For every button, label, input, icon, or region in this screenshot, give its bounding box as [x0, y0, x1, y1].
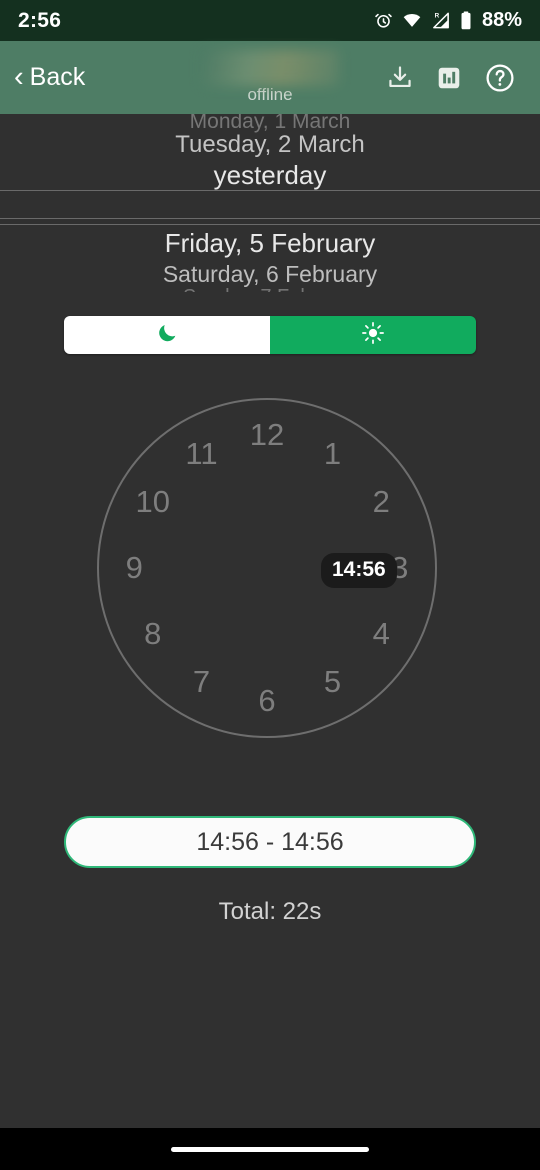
clock-number-10[interactable]: 10 — [136, 484, 170, 520]
svg-text:R: R — [435, 12, 440, 19]
day-option[interactable] — [270, 316, 476, 354]
wifi-icon — [402, 11, 422, 30]
clock-number-6[interactable]: 6 — [258, 683, 275, 719]
phone-screen: 2:56 R 88% ‹ Back offline Monday, 1 Marc… — [0, 0, 540, 1170]
sun-icon — [361, 321, 385, 350]
date-option-selected[interactable]: yesterday — [0, 160, 540, 191]
night-option[interactable] — [64, 316, 270, 354]
app-bar-actions — [386, 62, 516, 94]
clock-number-12[interactable]: 12 — [250, 417, 284, 453]
bar-chart-icon[interactable] — [436, 65, 462, 91]
clock-number-1[interactable]: 1 — [324, 436, 341, 472]
chevron-left-icon: ‹ — [14, 61, 24, 93]
status-bar-clock: 2:56 — [18, 8, 62, 32]
download-icon[interactable] — [386, 64, 414, 92]
connection-status-label: offline — [247, 85, 293, 104]
date-option[interactable]: Saturday, 6 February — [0, 261, 540, 288]
app-bar: ‹ Back offline — [0, 41, 540, 114]
time-range-field[interactable]: 14:56 - 14:56 — [64, 816, 476, 868]
date-option[interactable]: Sunday, 7 February — [0, 286, 540, 292]
date-option[interactable]: Tuesday, 2 March — [0, 131, 540, 159]
help-icon[interactable] — [484, 62, 516, 94]
alarm-icon — [374, 11, 393, 30]
moon-icon — [156, 321, 179, 349]
time-range-clock[interactable]: 12 1 2 3 4 5 6 7 8 9 10 11 14:56 — [0, 388, 540, 748]
battery-icon — [460, 11, 472, 30]
cellular-signal-roaming-icon: R — [431, 11, 451, 30]
system-navigation-bar — [0, 1128, 540, 1170]
page-title-redacted — [201, 50, 339, 86]
status-bar-icons: R 88% — [374, 9, 522, 32]
total-duration-label: Total: 22s — [218, 898, 322, 925]
date-option-selected[interactable]: Friday, 5 February — [0, 228, 540, 259]
clock-number-4[interactable]: 4 — [373, 616, 390, 652]
clock-number-8[interactable]: 8 — [144, 616, 161, 652]
selected-time-badge[interactable]: 14:56 — [321, 553, 397, 588]
clock-number-2[interactable]: 2 — [373, 484, 390, 520]
battery-percent: 88% — [481, 9, 522, 31]
back-button-label: Back — [29, 63, 86, 91]
back-button[interactable]: ‹ Back — [14, 63, 85, 92]
date-picker-divider-bottom — [0, 218, 540, 219]
date-picker-divider-lower — [0, 224, 540, 225]
clock-number-7[interactable]: 7 — [193, 664, 210, 700]
date-picker-divider-top — [0, 190, 540, 191]
clock-number-9[interactable]: 9 — [126, 550, 143, 586]
day-night-toggle[interactable] — [64, 316, 476, 354]
status-bar: 2:56 R 88% — [0, 0, 540, 41]
time-range-value: 14:56 - 14:56 — [196, 827, 344, 856]
clock-number-5[interactable]: 5 — [324, 664, 341, 700]
gesture-handle[interactable] — [171, 1146, 369, 1152]
date-picker[interactable]: Monday, 1 March Tuesday, 2 March yesterd… — [0, 114, 540, 292]
clock-number-11[interactable]: 11 — [185, 436, 217, 472]
